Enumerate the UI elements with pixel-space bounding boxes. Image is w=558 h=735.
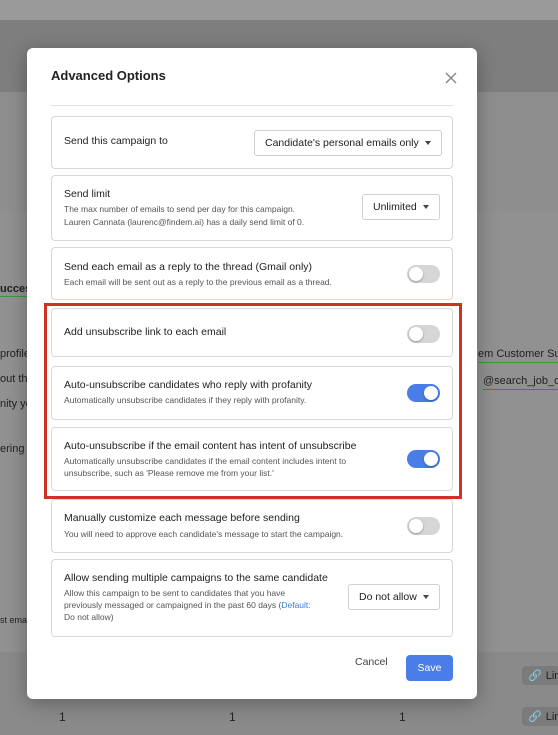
option-title: Send each email as a reply to the thread… <box>64 261 313 273</box>
dropdown-value: Unlimited <box>373 201 417 213</box>
background-fragment: out th <box>0 373 28 385</box>
option-description: Do not allow) <box>64 612 114 622</box>
background-fragment: st ema <box>0 615 28 625</box>
option-title: Send this campaign to <box>64 135 168 147</box>
option-title: Allow sending multiple campaigns to the … <box>64 572 328 584</box>
background-cell: 1 <box>229 710 236 724</box>
close-icon[interactable] <box>443 70 459 86</box>
option-description: Lauren Cannata (laurenc@findem.ai) has a… <box>64 217 305 227</box>
background-link-button[interactable]: 🔗 Lin <box>522 707 558 726</box>
option-send-limit: Send limit The max number of emails to s… <box>51 175 453 241</box>
background-link-label: Lin <box>545 710 558 723</box>
option-multiple-campaigns: Allow sending multiple campaigns to the … <box>51 559 453 637</box>
option-description: Allow this campaign to be sent to candid… <box>64 588 286 598</box>
background-fragment: em Customer Suc <box>478 348 558 360</box>
option-description: Each email will be sent out as a reply t… <box>64 277 332 287</box>
profanity-unsubscribe-toggle[interactable] <box>407 384 440 402</box>
reply-thread-toggle[interactable] <box>407 265 440 283</box>
background-fragment: ering f <box>0 443 31 455</box>
option-title: Auto-unsubscribe if the email content ha… <box>64 440 357 452</box>
recipient-dropdown[interactable]: Candidate's personal emails only <box>254 130 442 156</box>
option-manual-customize: Manually customize each message before s… <box>51 499 453 553</box>
option-description: The max number of emails to send per day… <box>64 204 296 214</box>
option-intent-unsubscribe: Auto-unsubscribe if the email content ha… <box>51 427 453 491</box>
toggle-knob <box>409 267 423 281</box>
option-description: previously messaged or campaigned in the… <box>64 599 311 612</box>
toggle-knob <box>409 327 423 341</box>
intent-unsubscribe-toggle[interactable] <box>407 450 440 468</box>
background-header <box>0 0 558 20</box>
link-icon: 🔗 <box>528 670 542 682</box>
option-description: Automatically unsubscribe candidates if … <box>64 395 307 405</box>
background-link-button[interactable]: 🔗 Lin <box>522 666 558 685</box>
save-button[interactable]: Save <box>406 655 453 681</box>
title-divider <box>51 105 453 106</box>
dropdown-value: Do not allow <box>359 591 417 603</box>
send-limit-dropdown[interactable]: Unlimited <box>362 194 440 220</box>
option-description: unsubscribe, such as 'Please remove me f… <box>64 468 274 478</box>
background-link-label: Lin <box>545 669 558 682</box>
dropdown-value: Candidate's personal emails only <box>265 137 419 149</box>
option-title: Add unsubscribe link to each email <box>64 326 227 338</box>
option-description: Automatically unsubscribe candidates if … <box>64 456 347 466</box>
toggle-knob <box>424 452 438 466</box>
toggle-knob <box>409 519 423 533</box>
advanced-options-dialog: Advanced Options Send this campaign to C… <box>27 48 477 699</box>
option-description: You will need to approve each candidate'… <box>64 529 344 539</box>
option-description-text: previously messaged or campaigned in the… <box>64 600 282 610</box>
toggle-knob <box>424 386 438 400</box>
option-unsubscribe-link: Add unsubscribe link to each email <box>51 308 453 357</box>
background-cell: 1 <box>59 710 66 724</box>
background-underline <box>478 362 558 363</box>
option-send-to: Send this campaign to Candidate's person… <box>51 116 453 169</box>
caret-down-icon <box>424 141 431 145</box>
multiple-campaigns-dropdown[interactable]: Do not allow <box>348 584 440 610</box>
background-underline <box>0 296 27 297</box>
option-reply-thread: Send each email as a reply to the thread… <box>51 247 453 300</box>
option-profanity-unsubscribe: Auto-unsubscribe candidates who reply wi… <box>51 366 453 420</box>
default-link[interactable]: Default: <box>281 600 310 610</box>
background-fragment: profile <box>0 348 30 360</box>
background-underline <box>483 389 558 390</box>
background-cell: 1 <box>399 710 406 724</box>
option-title: Send limit <box>64 188 111 200</box>
link-icon: 🔗 <box>528 711 542 723</box>
option-title: Auto-unsubscribe candidates who reply wi… <box>64 379 313 391</box>
background-fragment: @search_job_de <box>483 375 558 387</box>
option-title: Manually customize each message before s… <box>64 512 300 524</box>
caret-down-icon <box>422 595 429 599</box>
dialog-title: Advanced Options <box>51 68 166 83</box>
caret-down-icon <box>422 205 429 209</box>
manual-customize-toggle[interactable] <box>407 517 440 535</box>
unsubscribe-link-toggle[interactable] <box>407 325 440 343</box>
cancel-button[interactable]: Cancel <box>355 656 388 668</box>
